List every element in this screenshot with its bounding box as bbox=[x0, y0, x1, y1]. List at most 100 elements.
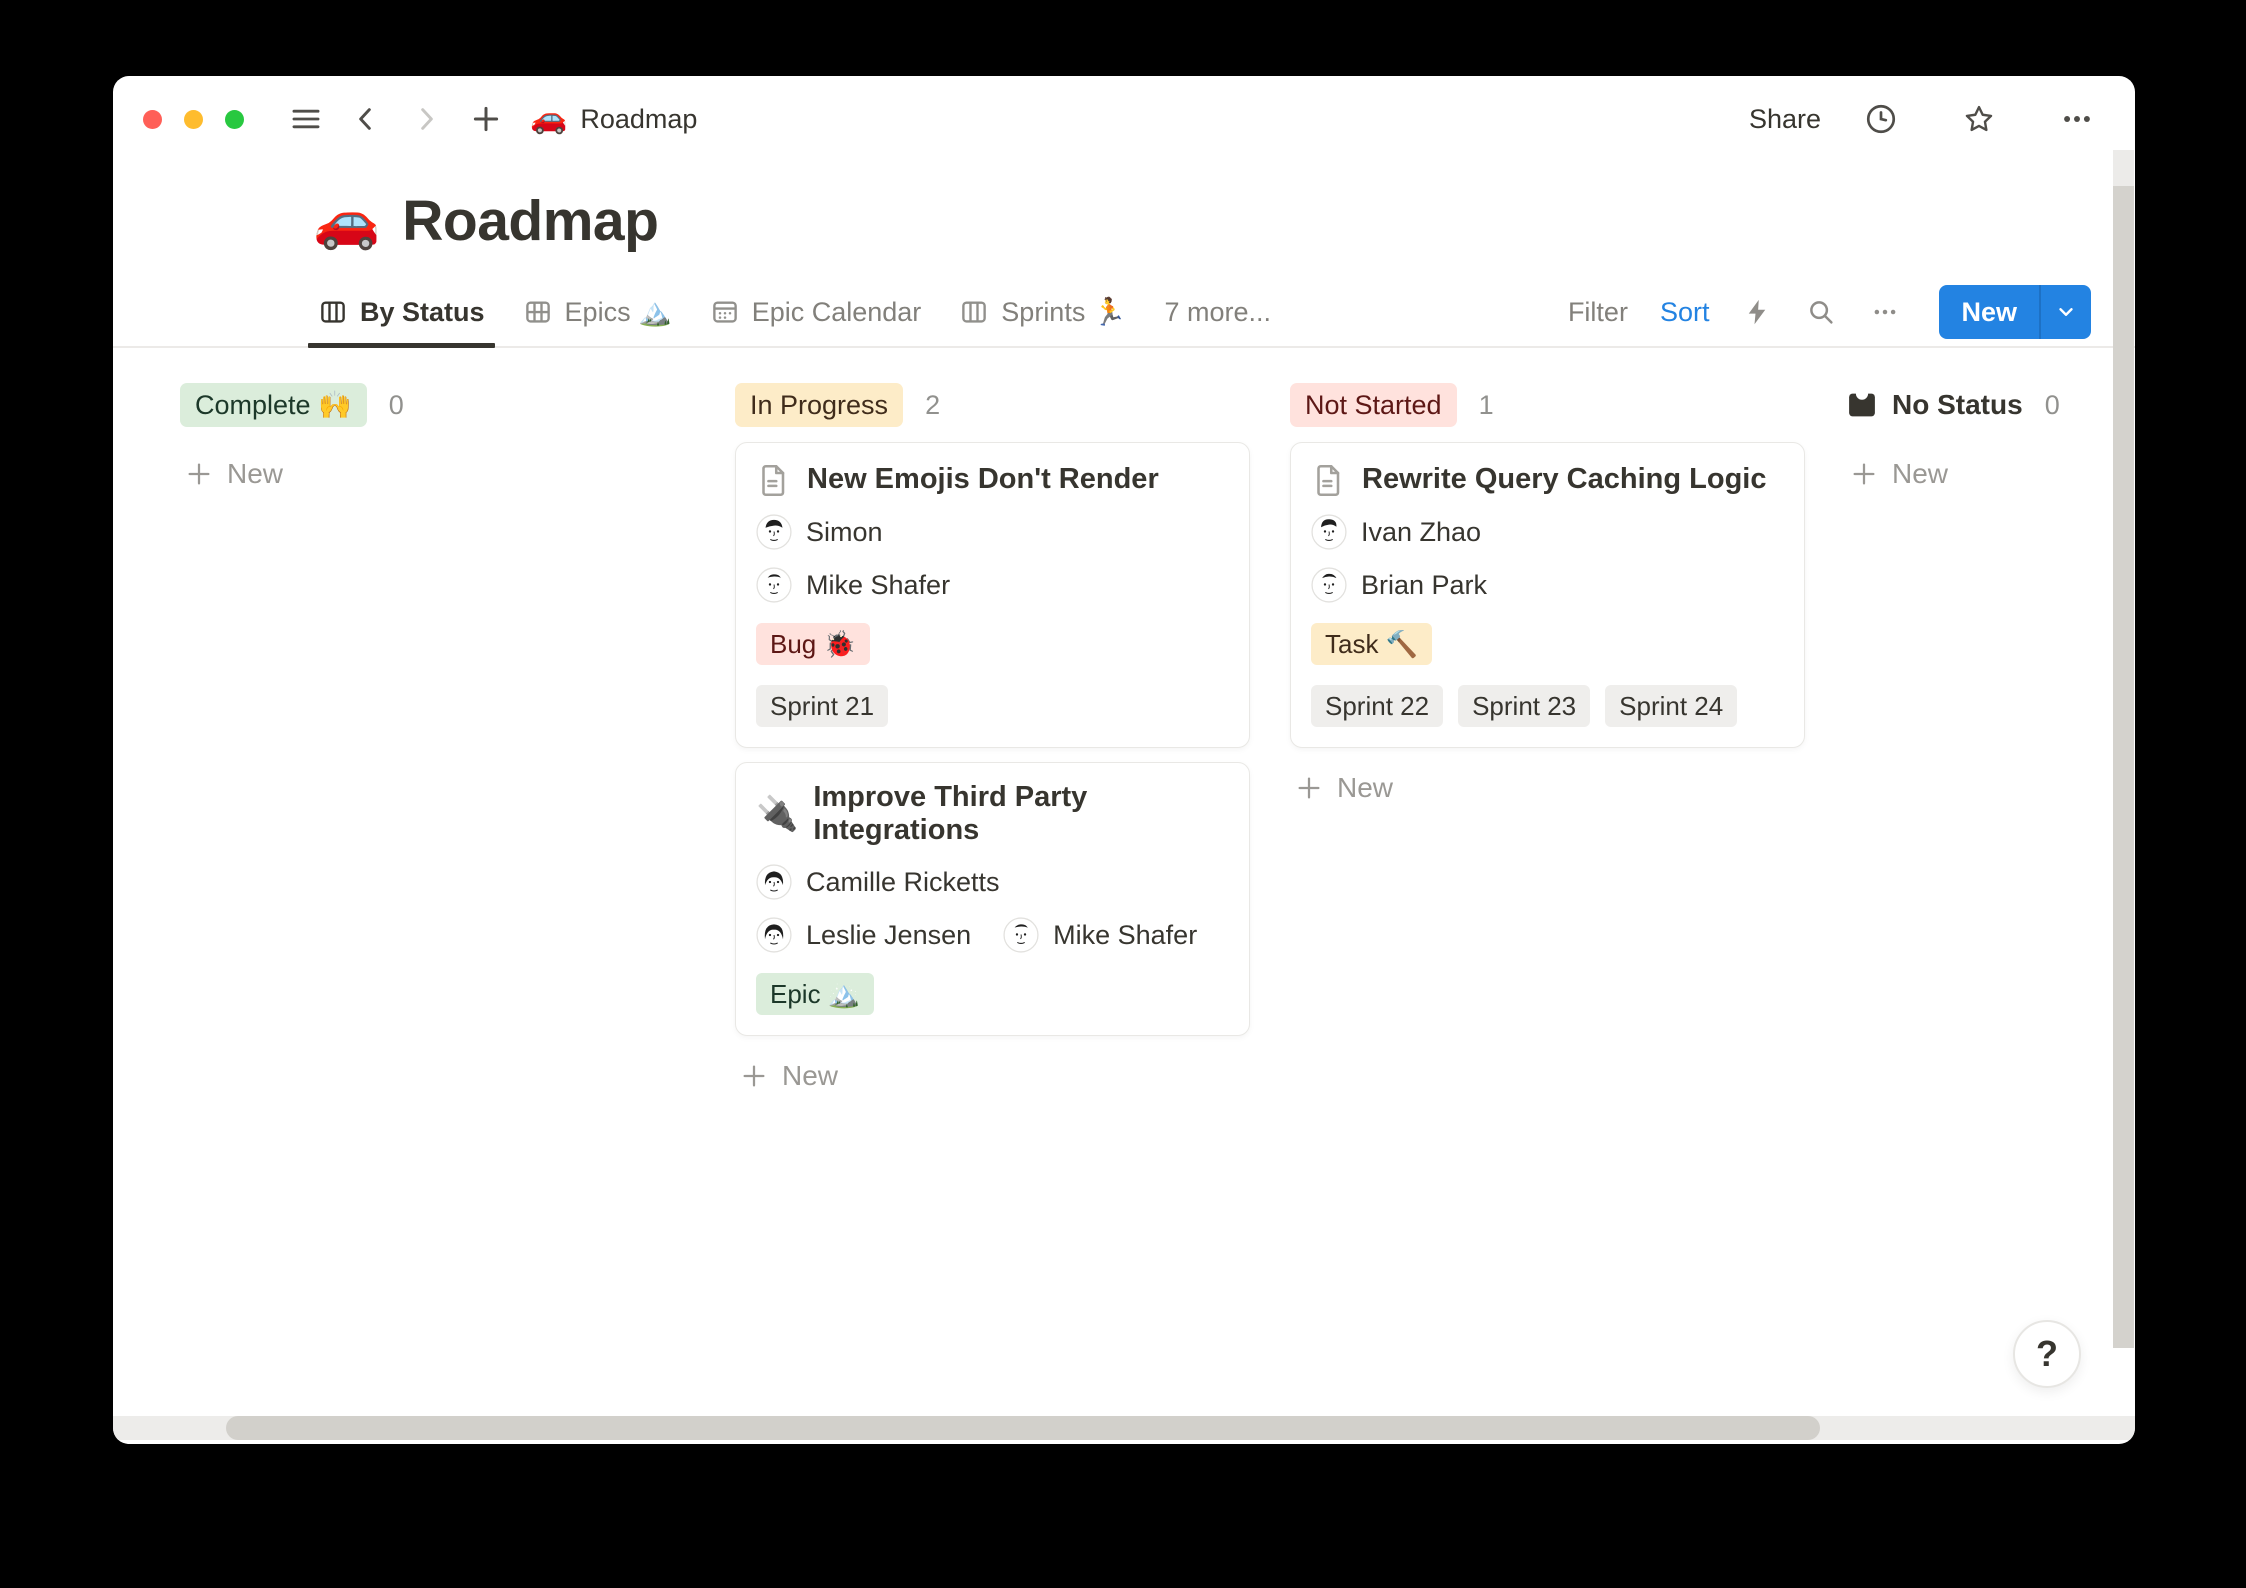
tab-by-status[interactable]: By Status bbox=[318, 278, 485, 346]
column-header[interactable]: No Status 0 bbox=[1845, 382, 2135, 428]
card-title: New Emojis Don't Render bbox=[807, 463, 1159, 496]
card-title: Improve Third Party Integrations bbox=[813, 781, 1229, 847]
person-row: Mike Shafer bbox=[756, 567, 1229, 603]
add-card-button[interactable]: New bbox=[1845, 458, 2135, 490]
traffic-lights bbox=[143, 110, 244, 129]
add-card-button[interactable]: New bbox=[735, 1060, 1250, 1092]
add-card-button[interactable]: New bbox=[1290, 772, 1805, 804]
person: Mike Shafer bbox=[756, 567, 950, 603]
person-name: Ivan Zhao bbox=[1361, 517, 1481, 548]
search-icon bbox=[1806, 297, 1836, 327]
tabs-more-button[interactable]: 7 more... bbox=[1164, 278, 1271, 346]
tag-sprint: Sprint 22 bbox=[1311, 685, 1443, 727]
view-options-button[interactable] bbox=[1869, 296, 1901, 328]
favorite-button[interactable] bbox=[1957, 97, 2001, 141]
search-view-button[interactable] bbox=[1805, 296, 1837, 328]
card-new-emojis-dont-render[interactable]: New Emojis Don't Render Simon bbox=[735, 442, 1250, 748]
column-not-started: Not Started 1 Rewrite Query Caching Logi… bbox=[1290, 382, 1805, 804]
tag-row: Epic 🏔️ bbox=[756, 973, 1229, 1015]
inbox-icon bbox=[1845, 388, 1879, 422]
new-button[interactable]: New bbox=[1939, 285, 2039, 339]
horizontal-scrollbar-thumb[interactable] bbox=[226, 1416, 1820, 1440]
person-name: Mike Shafer bbox=[1053, 920, 1197, 951]
card-improve-third-party-integrations[interactable]: 🔌 Improve Third Party Integrations Camil… bbox=[735, 762, 1250, 1036]
ellipsis-icon bbox=[1870, 297, 1900, 327]
page-title[interactable]: Roadmap bbox=[402, 188, 658, 254]
view-tab-bar: By Status Epics 🏔️ Epic Calendar Sprints… bbox=[113, 278, 2135, 348]
page-emoji-icon[interactable]: 🚗 bbox=[313, 194, 380, 248]
zoom-window-button[interactable] bbox=[225, 110, 244, 129]
help-button[interactable]: ? bbox=[2013, 1320, 2081, 1388]
sidebar-toggle-button[interactable] bbox=[284, 97, 328, 141]
close-window-button[interactable] bbox=[143, 110, 162, 129]
add-card-button[interactable]: New bbox=[180, 458, 695, 490]
tag-task: Task 🔨 bbox=[1311, 623, 1432, 665]
column-header[interactable]: In Progress 2 bbox=[735, 382, 1250, 428]
hamburger-icon bbox=[289, 102, 323, 136]
new-tab-button[interactable] bbox=[464, 97, 508, 141]
page-icon bbox=[1311, 461, 1347, 497]
column-header[interactable]: Not Started 1 bbox=[1290, 382, 1805, 428]
card-rewrite-query-caching-logic[interactable]: Rewrite Query Caching Logic Ivan Zhao bbox=[1290, 442, 1805, 748]
tag-row: Sprint 21 bbox=[756, 685, 1229, 727]
plug-emoji-icon: 🔌 bbox=[756, 797, 798, 831]
clock-icon bbox=[1864, 102, 1898, 136]
card-title-row: New Emojis Don't Render bbox=[756, 461, 1229, 497]
tab-epic-calendar[interactable]: Epic Calendar bbox=[710, 278, 922, 346]
person-row: Leslie Jensen Mike Shafer bbox=[756, 917, 1229, 953]
person-name: Simon bbox=[806, 517, 883, 548]
app-window: 🚗 Roadmap Share 🚗 Roadma bbox=[113, 76, 2135, 1444]
nav-forward-button[interactable] bbox=[404, 97, 448, 141]
new-button-dropdown[interactable] bbox=[2041, 285, 2091, 339]
titlebar-actions: Share bbox=[1749, 97, 2099, 141]
minimize-window-button[interactable] bbox=[184, 110, 203, 129]
tab-label: By Status bbox=[360, 297, 485, 328]
status-badge: In Progress bbox=[735, 383, 903, 427]
star-icon bbox=[1962, 102, 1996, 136]
column-count: 0 bbox=[389, 390, 404, 421]
vertical-scrollbar-track[interactable] bbox=[2113, 150, 2134, 188]
share-button[interactable]: Share bbox=[1749, 104, 1821, 135]
tab-epics[interactable]: Epics 🏔️ bbox=[523, 278, 672, 346]
tab-sprints[interactable]: Sprints 🏃 bbox=[959, 278, 1126, 346]
chevron-right-icon bbox=[410, 103, 442, 135]
avatar bbox=[756, 514, 792, 550]
column-no-status: No Status 0 New bbox=[1845, 382, 2135, 490]
person: Leslie Jensen bbox=[756, 917, 971, 953]
person-row: Ivan Zhao bbox=[1311, 514, 1784, 550]
tag-row: Sprint 22 Sprint 23 Sprint 24 bbox=[1311, 685, 1784, 727]
column-header[interactable]: Complete 🙌 0 bbox=[180, 382, 695, 428]
tab-label: Sprints 🏃 bbox=[1001, 296, 1126, 328]
vertical-scrollbar-thumb[interactable] bbox=[2113, 186, 2134, 1348]
sort-button[interactable]: Sort bbox=[1660, 297, 1710, 328]
horizontal-scrollbar-track[interactable] bbox=[113, 1416, 2135, 1440]
person-row: Brian Park bbox=[1311, 567, 1784, 603]
card-title-row: Rewrite Query Caching Logic bbox=[1311, 461, 1784, 497]
tag-row: Task 🔨 bbox=[1311, 623, 1784, 665]
column-complete: Complete 🙌 0 New bbox=[180, 382, 695, 490]
card-title: Rewrite Query Caching Logic bbox=[1362, 463, 1766, 496]
column-count: 1 bbox=[1479, 390, 1494, 421]
card-list: Rewrite Query Caching Logic Ivan Zhao bbox=[1290, 442, 1805, 748]
plus-icon bbox=[469, 102, 503, 136]
person-row: Simon bbox=[756, 514, 1229, 550]
person-name: Mike Shafer bbox=[806, 570, 950, 601]
page-header: 🚗 Roadmap bbox=[113, 188, 2135, 254]
more-options-button[interactable] bbox=[2055, 97, 2099, 141]
table-icon bbox=[523, 297, 553, 327]
doc-title: Roadmap bbox=[580, 104, 697, 135]
status-badge: Not Started bbox=[1290, 383, 1457, 427]
updates-button[interactable] bbox=[1859, 97, 1903, 141]
person-name: Camille Ricketts bbox=[806, 867, 1000, 898]
calendar-icon bbox=[710, 297, 740, 327]
add-card-label: New bbox=[1337, 772, 1393, 804]
board-icon bbox=[959, 297, 989, 327]
tab-label: Epics 🏔️ bbox=[565, 296, 672, 328]
page-icon bbox=[756, 461, 792, 497]
automations-button[interactable] bbox=[1741, 296, 1773, 328]
breadcrumb[interactable]: 🚗 Roadmap bbox=[530, 104, 697, 135]
filter-button[interactable]: Filter bbox=[1568, 297, 1628, 328]
tag-sprint: Sprint 23 bbox=[1458, 685, 1590, 727]
tag-bug: Bug 🐞 bbox=[756, 623, 870, 665]
nav-back-button[interactable] bbox=[344, 97, 388, 141]
